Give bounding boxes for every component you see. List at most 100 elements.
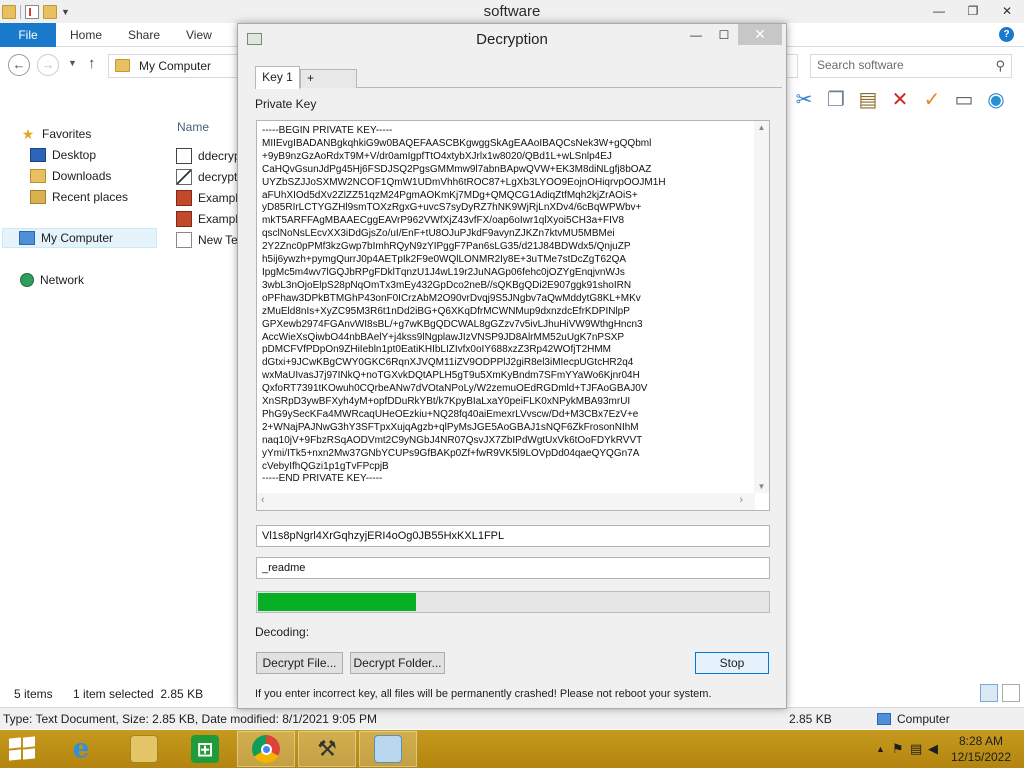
computer-icon xyxy=(19,231,35,245)
extra-toolbar: ✂ ❐ ▤ ✕ ✓ ▭ ◉ xyxy=(792,86,1008,114)
details-size: 2.85 KB xyxy=(789,712,832,726)
search-icon[interactable]: ⚲ xyxy=(995,58,1005,74)
taskbar-file-explorer[interactable] xyxy=(115,731,173,767)
details-computer: Computer xyxy=(897,712,950,726)
dialog-titlebar: Decryption — ☐ ✕ xyxy=(238,24,786,54)
tab-add-key[interactable]: + xyxy=(300,69,357,88)
tab-share[interactable]: Share xyxy=(128,28,160,42)
file-row[interactable]: Exampl xyxy=(176,209,238,229)
details-view-icon[interactable] xyxy=(980,684,998,702)
clock-time: 8:28 AM xyxy=(958,734,1004,748)
file-explorer-icon xyxy=(130,735,158,763)
maximize-icon[interactable]: ☐ xyxy=(714,28,734,48)
tab-home[interactable]: Home xyxy=(70,28,102,42)
delete-icon[interactable]: ✕ xyxy=(888,88,912,112)
nav-recent-places[interactable]: Recent places xyxy=(30,187,128,207)
status-item-count: 5 items xyxy=(14,687,53,701)
nav-network[interactable]: Network xyxy=(20,270,84,290)
nav-label: My Computer xyxy=(41,231,114,245)
action-center-icon[interactable]: ⚑ xyxy=(892,741,904,757)
help-icon[interactable]: ? xyxy=(999,27,1014,42)
decrypt-folder-button[interactable]: Decrypt Folder... xyxy=(350,652,445,674)
private-key-text[interactable]: -----BEGIN PRIVATE KEY----- MIIEvgIBADAN… xyxy=(262,125,752,489)
taskbar-notepad[interactable] xyxy=(359,731,417,767)
minimize-icon[interactable]: — xyxy=(922,0,956,22)
progress-fill xyxy=(258,593,416,611)
paste-icon[interactable]: ▤ xyxy=(856,88,880,112)
stop-button[interactable]: Stop xyxy=(695,652,769,674)
cut-icon[interactable]: ✂ xyxy=(792,88,816,112)
network-icon[interactable]: ▤ xyxy=(910,741,922,757)
breadcrumb[interactable]: My Computer xyxy=(139,59,211,73)
horizontal-scrollbar[interactable]: ‹ › xyxy=(257,493,755,510)
windows-start-icon[interactable] xyxy=(9,736,37,761)
clock[interactable]: 8:28 AM 12/15/2022 xyxy=(946,733,1016,765)
recent-places-icon xyxy=(30,190,46,204)
image-file-icon xyxy=(176,190,192,206)
recent-locations-dropdown-icon[interactable]: ▼ xyxy=(68,58,77,68)
clock-date: 12/15/2022 xyxy=(950,750,1012,764)
nav-label: Desktop xyxy=(52,148,97,162)
scroll-up-icon[interactable]: ▲ xyxy=(754,123,769,132)
scroll-left-icon[interactable]: ‹ xyxy=(261,494,265,506)
nav-desktop[interactable]: Desktop xyxy=(30,145,96,165)
tab-key-1[interactable]: Key 1 xyxy=(255,66,300,89)
navigation-pane: ★ Favorites Desktop Downloads Recent pla… xyxy=(0,116,165,676)
view-buttons xyxy=(980,684,1020,702)
up-arrow-icon[interactable]: ↑ xyxy=(88,55,96,72)
warning-text: If you enter incorrect key, all files wi… xyxy=(255,688,712,700)
file-row[interactable]: decrypt xyxy=(176,167,237,187)
status-label: Decoding: xyxy=(255,625,310,639)
rename-icon[interactable]: ▭ xyxy=(952,88,976,112)
taskbar-internet-explorer[interactable]: e xyxy=(52,731,110,767)
private-key-textarea[interactable]: -----BEGIN PRIVATE KEY----- MIIEvgIBADAN… xyxy=(256,120,770,511)
nav-label: Downloads xyxy=(52,169,112,183)
extension-field[interactable] xyxy=(256,557,770,579)
scroll-down-icon[interactable]: ▼ xyxy=(754,482,769,491)
large-icons-view-icon[interactable] xyxy=(1002,684,1020,702)
show-hidden-icons-icon[interactable]: ▲ xyxy=(876,744,885,754)
nav-favorites[interactable]: ★ Favorites xyxy=(20,124,92,144)
private-key-label: Private Key xyxy=(255,97,317,111)
volume-icon[interactable]: ◀ xyxy=(928,741,938,757)
details-bar: Type: Text Document, Size: 2.85 KB, Date… xyxy=(0,707,1024,729)
desktop-icon xyxy=(30,148,46,162)
status-selection: 1 item selected 2.85 KB xyxy=(73,687,204,701)
search-box[interactable]: ⚲ xyxy=(810,54,1012,78)
details-text: Type: Text Document, Size: 2.85 KB, Date… xyxy=(3,712,377,726)
search-input[interactable] xyxy=(817,58,987,72)
internet-explorer-icon: e xyxy=(72,734,90,764)
tab-file[interactable]: File xyxy=(0,23,56,47)
forward-arrow-icon[interactable]: → xyxy=(37,54,59,76)
progress-bar xyxy=(256,591,770,613)
explorer-titlebar: ▼ software — ❐ ✕ xyxy=(0,0,1024,23)
tab-view[interactable]: View xyxy=(186,28,212,42)
nav-downloads[interactable]: Downloads xyxy=(30,166,111,186)
decrypt-file-button[interactable]: Decrypt File... xyxy=(256,652,343,674)
copy-icon[interactable]: ❐ xyxy=(824,88,848,112)
folder-icon xyxy=(115,59,130,72)
file-row[interactable]: ddecryp xyxy=(176,146,241,166)
text-file-icon xyxy=(176,148,192,164)
file-name: Exampl xyxy=(198,212,239,226)
nav-my-computer[interactable]: My Computer xyxy=(2,228,157,248)
decryption-dialog: Decryption — ☐ ✕ Key 1 + Private Key ---… xyxy=(237,23,787,709)
close-icon[interactable]: ✕ xyxy=(990,0,1024,22)
scroll-right-icon[interactable]: › xyxy=(739,494,743,506)
file-row[interactable]: New Te xyxy=(176,230,238,250)
column-header-name[interactable]: Name xyxy=(177,120,209,134)
vertical-scrollbar[interactable]: ▲ ▼ xyxy=(754,121,769,493)
file-name: Exampl xyxy=(198,191,239,205)
file-row[interactable]: Exampl xyxy=(176,188,238,208)
globe-icon[interactable]: ◉ xyxy=(984,88,1008,112)
restore-icon[interactable]: ❐ xyxy=(956,0,990,22)
close-icon[interactable]: ✕ xyxy=(738,24,782,45)
taskbar-chrome[interactable] xyxy=(237,731,295,767)
computer-icon xyxy=(877,713,891,725)
taskbar-tool[interactable]: ⚒ xyxy=(298,731,356,767)
back-arrow-icon[interactable]: ← xyxy=(8,54,30,76)
key-id-field[interactable] xyxy=(256,525,770,547)
minimize-icon[interactable]: — xyxy=(686,28,706,48)
taskbar-store[interactable]: ⊞ xyxy=(176,731,234,767)
check-icon[interactable]: ✓ xyxy=(920,88,944,112)
